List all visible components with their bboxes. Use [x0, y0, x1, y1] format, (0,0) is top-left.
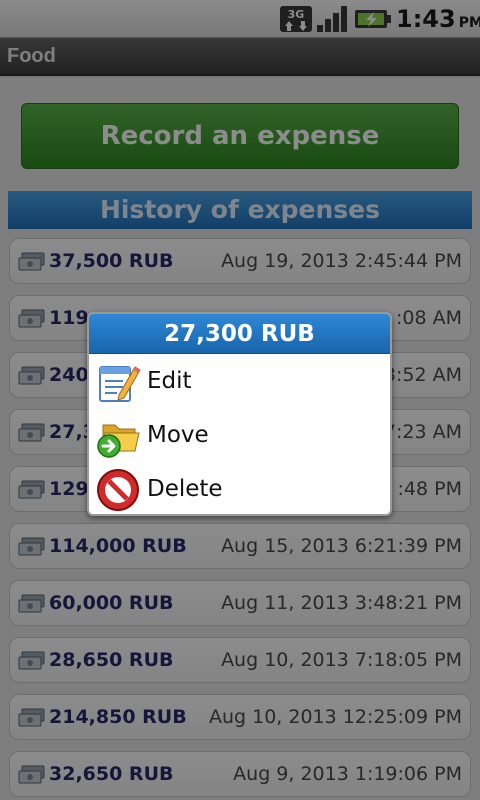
- move-folder-icon: [97, 424, 140, 458]
- edit-icon: [99, 366, 141, 402]
- context-menu: 27,300 RUB Edit Move Delete: [87, 312, 392, 516]
- context-menu-title: 27,300 RUB: [89, 314, 390, 354]
- menu-item-label: Move: [147, 422, 209, 448]
- menu-item-label: Delete: [147, 476, 223, 502]
- menu-item-edit[interactable]: Edit: [89, 354, 390, 408]
- menu-item-delete[interactable]: Delete: [89, 462, 390, 514]
- delete-icon: [97, 469, 139, 511]
- menu-item-label: Edit: [147, 368, 192, 394]
- menu-item-move[interactable]: Move: [89, 408, 390, 462]
